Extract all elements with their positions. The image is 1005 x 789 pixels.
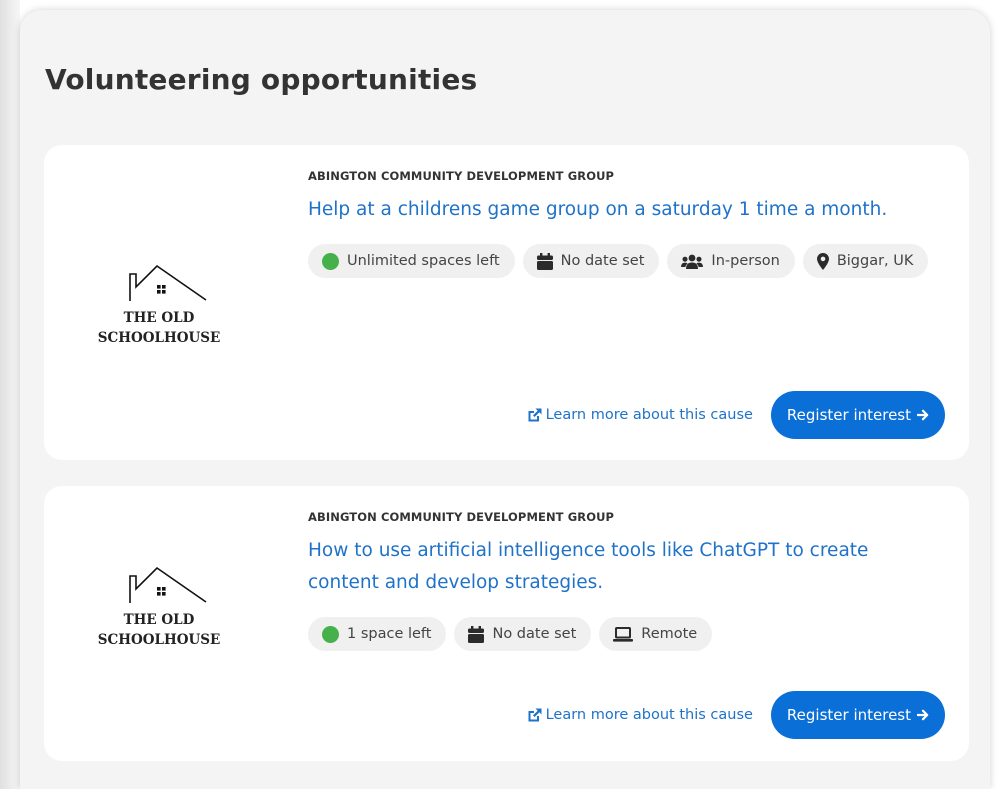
date-label: No date set [560,253,645,269]
opportunities-panel: Volunteering opportunities THE OLD SCHOO… [20,10,990,789]
left-edge-shadow [0,0,20,789]
external-link-icon [528,708,542,721]
date-badge: No date set [522,244,660,278]
logo-text-line1: THE OLD [123,310,195,326]
laptop-icon [613,626,634,642]
logo-text-line2: SCHOOLHOUSE [97,632,221,648]
date-badge: No date set [454,617,592,651]
card-actions: Learn more about this cause Register int… [527,391,945,439]
arrow-right-icon [917,409,929,421]
calendar-icon [536,252,553,270]
availability-dot-icon [322,625,339,643]
opportunity-tags: Unlimited spaces left No date set In-per… [308,244,945,278]
organisation-name: ABINGTON COMMUNITY DEVELOPMENT GROUP [308,510,615,524]
calendar-icon [468,625,485,643]
map-pin-icon [816,252,829,270]
date-label: No date set [492,626,577,642]
register-interest-button[interactable]: Register interest [770,391,945,439]
users-icon [681,254,704,269]
mode-badge: Remote [599,617,713,651]
opportunity-title-link[interactable]: Help at a childrens game group on a satu… [308,194,945,226]
register-interest-label: Register interest [786,706,911,724]
schoolhouse-roof-icon [129,264,207,301]
schoolhouse-roof-icon [129,566,207,603]
opportunity-title-link[interactable]: How to use artificial intelligence tools… [308,535,945,599]
organisation-logo: THE OLD SCHOOLHOUSE [94,258,224,348]
learn-more-label: Learn more about this cause [545,407,753,423]
card-actions: Learn more about this cause Register int… [527,691,945,739]
register-interest-button[interactable]: Register interest [770,691,945,739]
mode-badge: In-person [667,244,795,278]
location-label: Biggar, UK [836,253,914,269]
opportunity-card: THE OLD SCHOOLHOUSE ABINGTON COMMUNITY D… [44,145,969,460]
spaces-badge: Unlimited spaces left [308,244,515,278]
register-interest-label: Register interest [786,406,911,424]
organisation-name: ABINGTON COMMUNITY DEVELOPMENT GROUP [308,169,615,183]
opportunity-content: ABINGTON COMMUNITY DEVELOPMENT GROUP How… [308,510,945,651]
learn-more-link[interactable]: Learn more about this cause [527,407,753,423]
location-badge: Biggar, UK [802,244,929,278]
external-link-icon [528,408,542,421]
spaces-badge: 1 space left [308,617,447,651]
spaces-label: Unlimited spaces left [347,253,500,269]
opportunity-card: THE OLD SCHOOLHOUSE ABINGTON COMMUNITY D… [44,486,969,761]
mode-label: In-person [711,253,780,269]
logo-text-line1: THE OLD [123,612,195,628]
logo-text-line2: SCHOOLHOUSE [97,330,221,346]
organisation-logo: THE OLD SCHOOLHOUSE [94,560,224,650]
availability-dot-icon [322,252,339,270]
learn-more-link[interactable]: Learn more about this cause [527,707,753,723]
learn-more-label: Learn more about this cause [545,707,753,723]
opportunity-tags: 1 space left No date set Remote [308,617,945,651]
spaces-label: 1 space left [347,626,432,642]
page-title: Volunteering opportunities [45,63,478,96]
mode-label: Remote [641,626,698,642]
arrow-right-icon [917,709,929,721]
opportunity-content: ABINGTON COMMUNITY DEVELOPMENT GROUP Hel… [308,169,945,278]
